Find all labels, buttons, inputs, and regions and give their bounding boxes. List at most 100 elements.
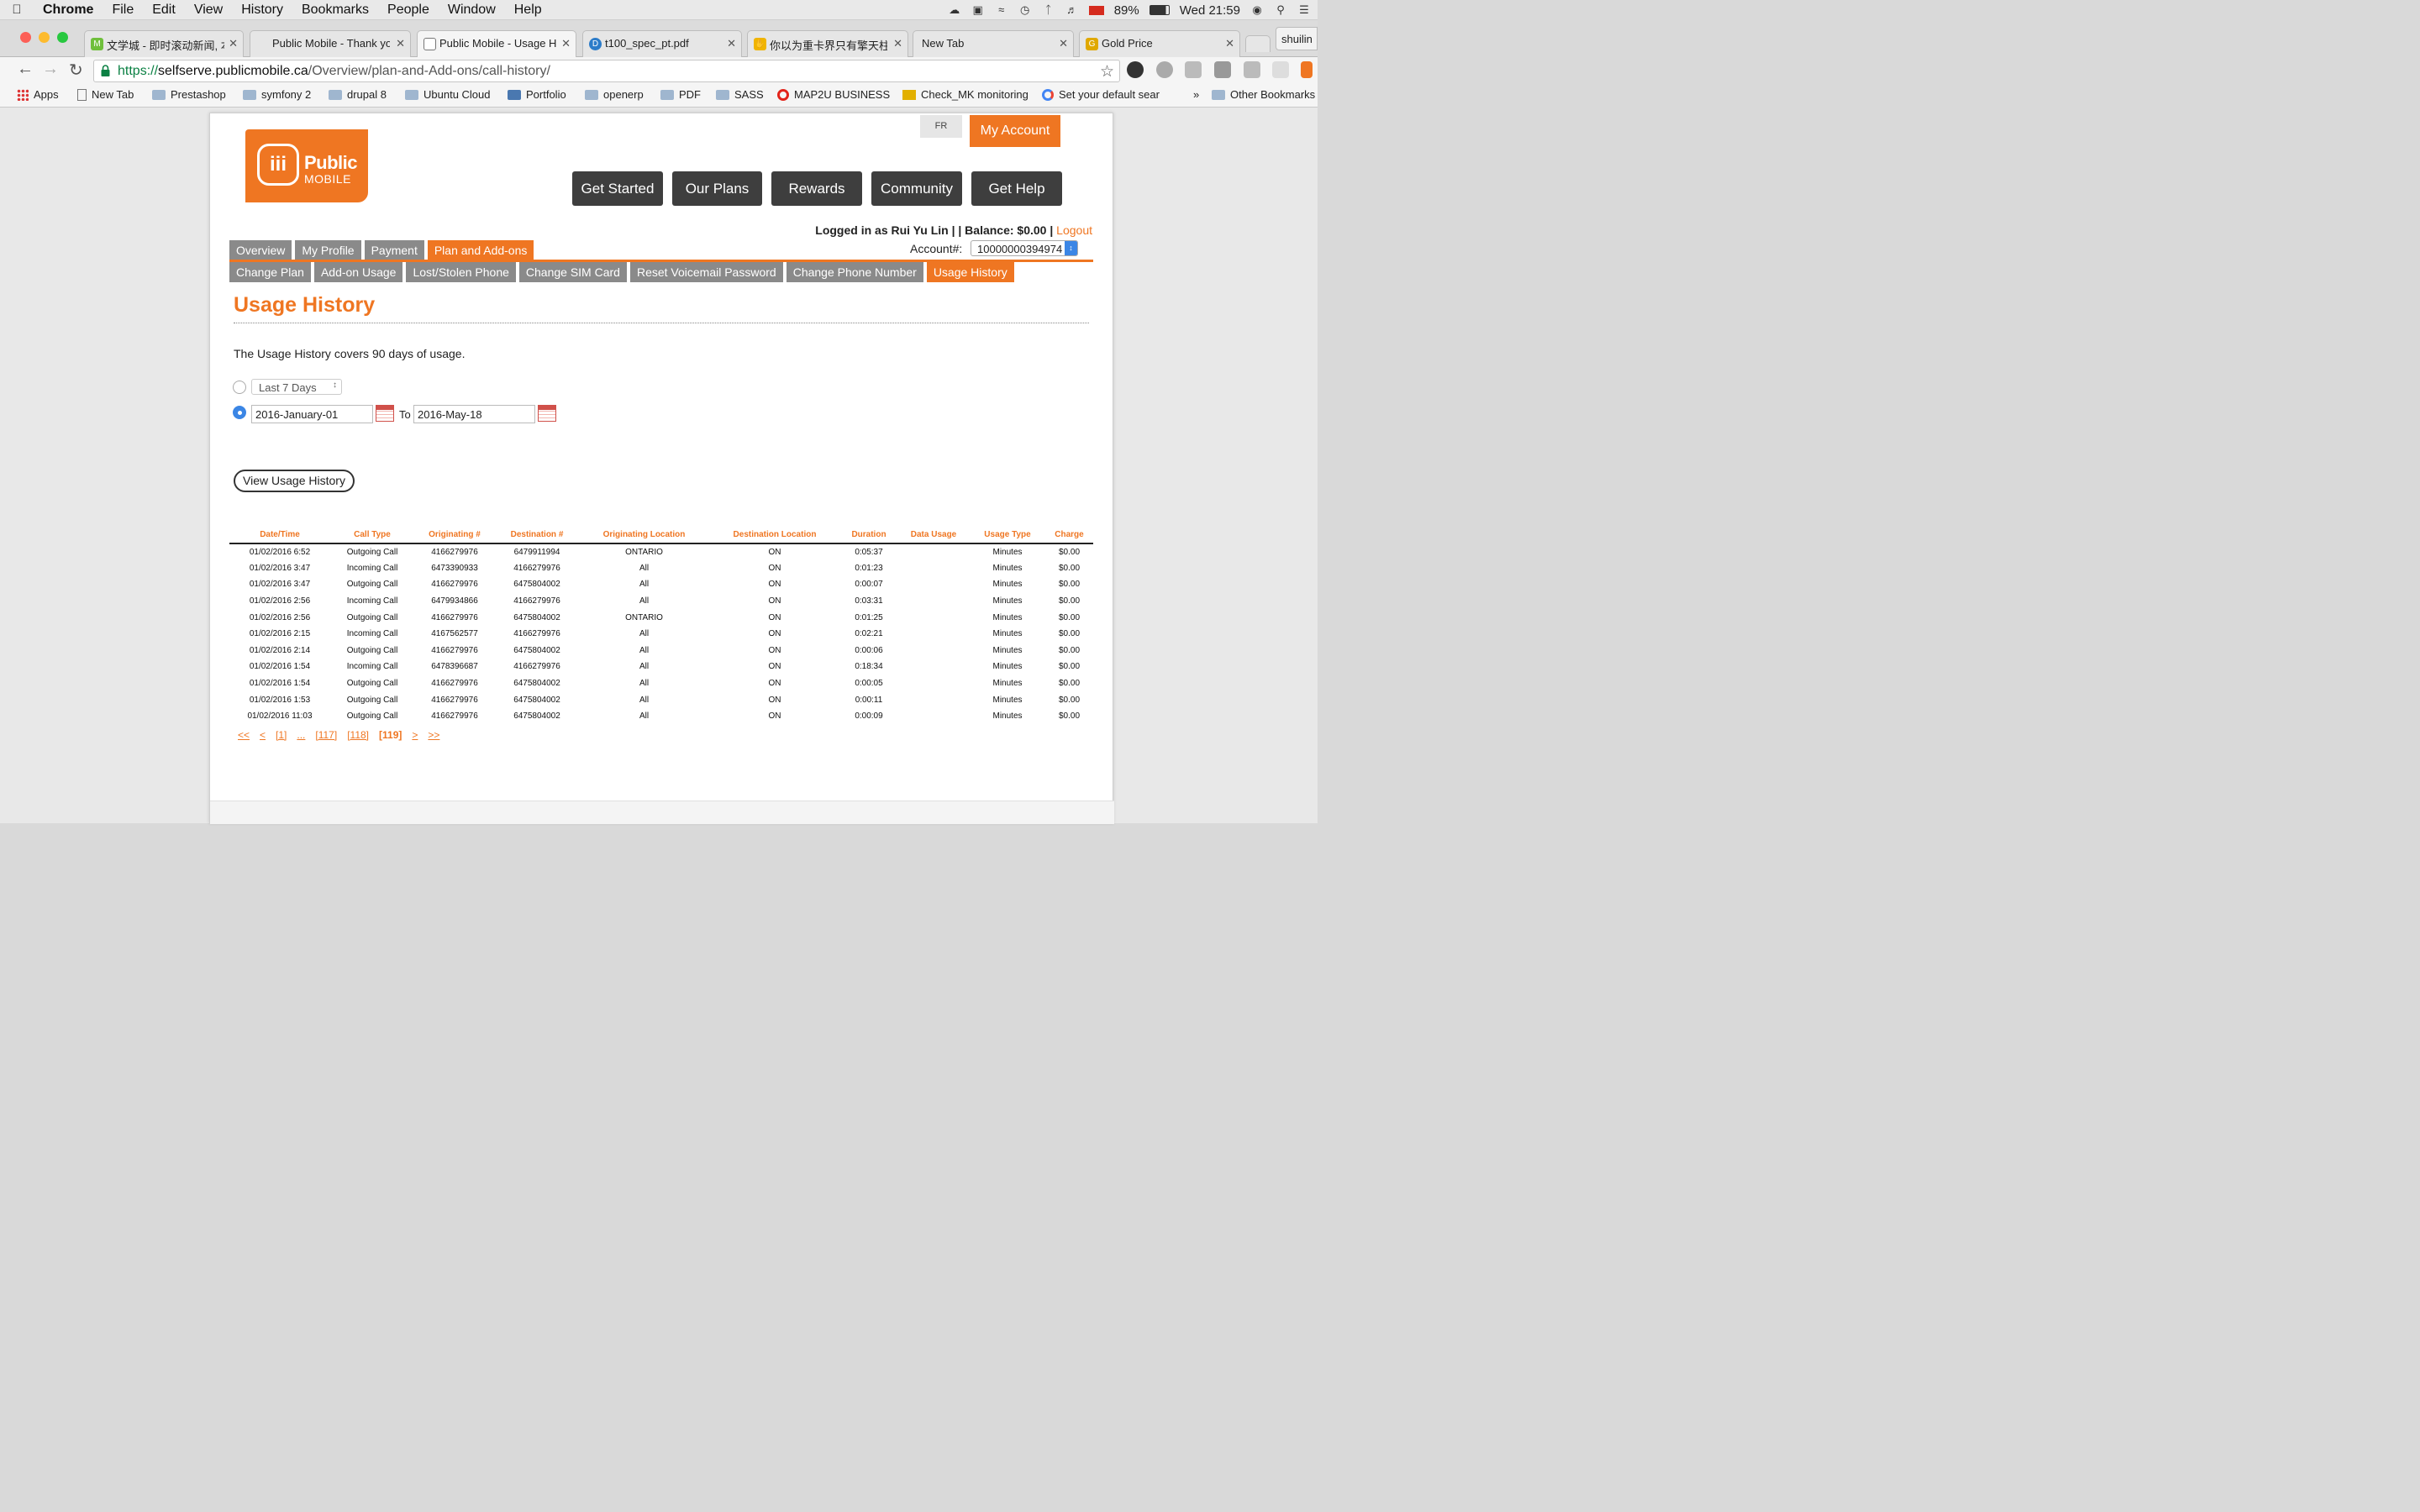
- notification-list-icon[interactable]: ☰: [1297, 4, 1311, 16]
- close-tab-icon[interactable]: ✕: [727, 37, 736, 50]
- nav-get-help[interactable]: Get Help: [971, 171, 1062, 206]
- bookmarks-overflow-button[interactable]: »: [1193, 88, 1199, 101]
- pager-link[interactable]: [1]: [276, 729, 287, 741]
- col-duration[interactable]: Duration: [840, 528, 897, 544]
- menu-file[interactable]: File: [103, 3, 143, 18]
- close-window-button[interactable]: [20, 32, 31, 43]
- extension-icon[interactable]: [1127, 61, 1144, 78]
- time-machine-icon[interactable]: ◷: [1018, 4, 1032, 16]
- reload-icon[interactable]: ↻: [69, 60, 83, 81]
- menu-help[interactable]: Help: [505, 3, 551, 18]
- flag-icon[interactable]: [1088, 5, 1104, 15]
- col-destination-number[interactable]: Destination #: [495, 528, 579, 544]
- extension-icon[interactable]: [1214, 61, 1231, 78]
- logout-link[interactable]: Logout: [1056, 223, 1092, 237]
- tab-plan-and-add-ons[interactable]: Plan and Add-ons: [427, 240, 534, 260]
- date-from-input[interactable]: 2016-January-01: [251, 405, 373, 423]
- calendar-icon[interactable]: [376, 405, 394, 422]
- chrome-menu-icon[interactable]: [1301, 61, 1313, 78]
- tab-lost-stolen-phone[interactable]: Lost/Stolen Phone: [406, 262, 516, 282]
- menu-history[interactable]: History: [232, 3, 292, 18]
- cloud-icon[interactable]: ☁: [948, 4, 961, 16]
- col-originating-location[interactable]: Originating Location: [579, 528, 709, 544]
- bookmark-item[interactable]: Prestashop: [152, 88, 226, 101]
- calendar-icon[interactable]: [538, 405, 556, 422]
- tab-payment[interactable]: Payment: [364, 240, 424, 260]
- browser-tab[interactable]: New Tab ✕: [913, 30, 1074, 58]
- nav-rewards[interactable]: Rewards: [771, 171, 862, 206]
- tab-reset-voicemail-password[interactable]: Reset Voicemail Password: [629, 262, 783, 282]
- menu-app-name[interactable]: Chrome: [34, 3, 103, 18]
- other-bookmarks[interactable]: Other Bookmarks: [1212, 88, 1315, 101]
- tab-overview[interactable]: Overview: [229, 240, 292, 260]
- bookmark-item[interactable]: New Tab: [77, 88, 134, 101]
- bookmark-item[interactable]: PDF: [660, 88, 701, 101]
- extension-icon[interactable]: [1244, 61, 1260, 78]
- pager-link[interactable]: >: [412, 729, 418, 741]
- col-data-usage[interactable]: Data Usage: [897, 528, 970, 544]
- nav-our-plans[interactable]: Our Plans: [672, 171, 762, 206]
- volume-icon[interactable]: ♬: [1065, 4, 1079, 16]
- nav-community[interactable]: Community: [871, 171, 962, 206]
- period-select[interactable]: Last 7 Days ↕: [251, 379, 342, 395]
- bookmark-item[interactable]: Portfolio: [508, 88, 566, 101]
- browser-tab[interactable]: Public Mobile - Thank yo ✕: [250, 30, 411, 58]
- apple-icon[interactable]: : [0, 3, 34, 17]
- forward-icon[interactable]: →: [42, 60, 59, 79]
- col-usage-type[interactable]: Usage Type: [970, 528, 1045, 544]
- bookmark-item[interactable]: Check_MK monitoring: [902, 88, 1028, 101]
- bookmark-item[interactable]: openerp: [585, 88, 644, 101]
- extension-icon[interactable]: [1156, 61, 1173, 78]
- zoom-window-button[interactable]: [57, 32, 68, 43]
- spotlight-search-icon[interactable]: ⚲: [1274, 4, 1287, 16]
- browser-tab[interactable]: M 文学城 - 即时滚动新闻, 本 ✕: [84, 30, 244, 58]
- close-tab-icon[interactable]: ✕: [561, 37, 571, 50]
- bookmark-item[interactable]: MAP2U BUSINESS: [777, 88, 890, 101]
- address-bar[interactable]: https://selfserve.publicmobile.ca/Overvi…: [93, 60, 1120, 82]
- close-tab-icon[interactable]: ✕: [229, 37, 238, 50]
- browser-tab[interactable]: ✋ 你以为重卡界只有擎天柱? ✕: [747, 30, 908, 58]
- menu-bookmarks[interactable]: Bookmarks: [292, 3, 378, 18]
- minimize-window-button[interactable]: [39, 32, 50, 43]
- close-tab-icon[interactable]: ✕: [1059, 37, 1068, 50]
- public-mobile-logo[interactable]: iii Public MOBILE: [245, 129, 368, 202]
- bookmark-star-icon[interactable]: ☆: [1100, 62, 1114, 81]
- clock[interactable]: Wed 21:59: [1180, 3, 1240, 18]
- menu-people[interactable]: People: [378, 3, 439, 18]
- screen-icon[interactable]: ▣: [971, 4, 985, 16]
- battery-icon[interactable]: [1149, 5, 1170, 15]
- tab-change-sim-card[interactable]: Change SIM Card: [518, 262, 627, 282]
- pager-link[interactable]: <<: [238, 729, 250, 741]
- browser-tab[interactable]: D t100_spec_pt.pdf ✕: [582, 30, 742, 58]
- pager-link[interactable]: >>: [428, 729, 439, 741]
- my-account-button[interactable]: My Account: [970, 115, 1060, 147]
- col-call-type[interactable]: Call Type: [330, 528, 414, 544]
- bookmark-item[interactable]: symfony 2: [243, 88, 311, 101]
- tab-my-profile[interactable]: My Profile: [295, 240, 361, 260]
- account-select[interactable]: 10000000394974 ↕: [971, 240, 1078, 256]
- col-destination-location[interactable]: Destination Location: [709, 528, 840, 544]
- nav-get-started[interactable]: Get Started: [572, 171, 663, 206]
- bookmark-apps[interactable]: Apps: [17, 88, 59, 101]
- col-charge[interactable]: Charge: [1045, 528, 1093, 544]
- bookmark-item[interactable]: SASS: [716, 88, 764, 101]
- extension-icon[interactable]: [1272, 61, 1289, 78]
- menu-view[interactable]: View: [185, 3, 232, 18]
- tab-add-on-usage[interactable]: Add-on Usage: [313, 262, 403, 282]
- tab-change-phone-number[interactable]: Change Phone Number: [786, 262, 923, 282]
- close-tab-icon[interactable]: ✕: [396, 37, 405, 50]
- browser-tab[interactable]: G Gold Price ✕: [1079, 30, 1240, 58]
- new-tab-button[interactable]: [1245, 35, 1270, 52]
- col-originating-number[interactable]: Originating #: [414, 528, 495, 544]
- tab-usage-history[interactable]: Usage History: [926, 262, 1014, 282]
- close-tab-icon[interactable]: ✕: [893, 37, 902, 50]
- bluetooth-icon[interactable]: ᛏ: [1042, 4, 1055, 16]
- menu-edit[interactable]: Edit: [143, 3, 185, 18]
- close-tab-icon[interactable]: ✕: [1225, 37, 1234, 50]
- back-icon[interactable]: ←: [17, 60, 34, 79]
- view-usage-history-button[interactable]: View Usage History: [234, 470, 355, 492]
- bookmark-item[interactable]: Ubuntu Cloud: [405, 88, 491, 101]
- extension-icon[interactable]: [1185, 61, 1202, 78]
- date-to-input[interactable]: 2016-May-18: [413, 405, 535, 423]
- radio-last-7-days[interactable]: [233, 381, 246, 394]
